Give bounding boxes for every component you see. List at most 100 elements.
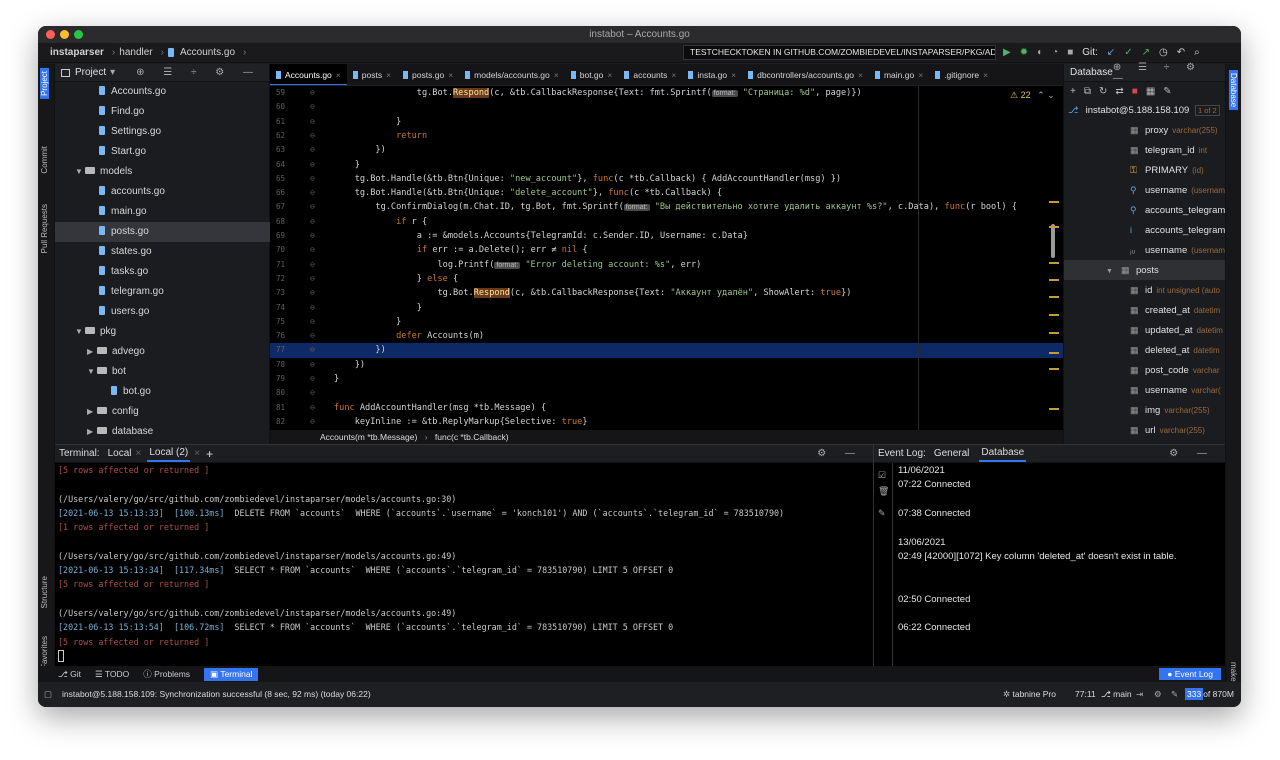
database-tree-item[interactable]: ⚲ username (usernam (1064, 180, 1226, 200)
git-commit-icon[interactable]: ✓ (1124, 47, 1132, 58)
pull-requests-tool-tab[interactable]: Pull Requests (40, 204, 49, 253)
chevron-down-icon[interactable]: ▾ (110, 67, 115, 78)
close-window-button[interactable] (46, 30, 55, 39)
change-marker[interactable] (1049, 262, 1059, 264)
change-marker[interactable] (1049, 226, 1059, 228)
project-tool-tab[interactable]: Project (40, 68, 49, 99)
new-terminal-icon[interactable]: + (206, 447, 213, 461)
project-tree-item[interactable]: main.go (55, 202, 270, 222)
copy-icon[interactable]: ⧉ (1084, 86, 1091, 97)
fold-marker-icon[interactable]: ⊖ (310, 301, 315, 315)
close-icon[interactable]: × (448, 70, 453, 80)
change-marker[interactable] (1049, 352, 1059, 354)
git-update-icon[interactable]: ↙ (1107, 47, 1115, 58)
chevron-down-icon[interactable]: ▼ (1106, 262, 1116, 280)
panel-options-icons[interactable]: ⊕ ☰ ÷ ⚙ — (136, 67, 261, 78)
close-icon[interactable]: × (858, 70, 863, 80)
project-tree-item[interactable]: ▶ database (55, 422, 270, 442)
breadcrumb-closure[interactable]: func(c *tb.Callback) (435, 432, 509, 442)
chevron-down-icon[interactable]: ▼ (75, 322, 85, 342)
fold-marker-icon[interactable]: ⊖ (310, 386, 315, 400)
editor-tab[interactable]: models/accounts.go × (459, 64, 565, 85)
change-marker[interactable] (1049, 279, 1059, 281)
code-line[interactable]: 65 ⊖ tg.Bot.Handle(&tb.Btn{Unique: "new_a… (270, 172, 1063, 186)
todo-tool-button[interactable]: ☰ TODO (95, 669, 129, 680)
fold-marker-icon[interactable]: ⊖ (310, 186, 315, 200)
code-line[interactable]: 72 ⊖ } else { (270, 272, 1063, 286)
editor-tab[interactable]: posts.go × (397, 64, 459, 85)
indent-icon[interactable]: ⇥ (1136, 682, 1143, 707)
memory-indicator[interactable]: 333 of 870M (1185, 682, 1234, 707)
project-tree-item[interactable]: ▼ models (55, 162, 270, 182)
code-line[interactable]: 61 ⊖ } (270, 115, 1063, 129)
event-log-options-icons[interactable]: ⚙ — (1169, 448, 1215, 459)
close-icon[interactable]: × (336, 70, 341, 80)
chevron-right-icon[interactable]: ▶ (87, 342, 97, 362)
change-marker[interactable] (1049, 332, 1059, 334)
project-tree-item[interactable]: posts.go (55, 222, 270, 242)
project-tree-item[interactable]: tasks.go (55, 262, 270, 282)
run-icon[interactable]: ▶ (1003, 47, 1011, 58)
code-line[interactable]: 73 ⊖ tg.Bot.Respond(c, &tb.CallbackRespon… (270, 286, 1063, 300)
project-tree-item[interactable]: Accounts.go (55, 82, 270, 102)
git-branch[interactable]: ⎇ main (1101, 682, 1132, 707)
editor-scrollbar[interactable] (1051, 224, 1055, 258)
git-push-icon[interactable]: ↗ (1142, 47, 1150, 58)
fold-marker-icon[interactable]: ⊖ (310, 115, 315, 129)
code-line[interactable]: 63 ⊖ }) (270, 143, 1063, 157)
inspection-icon[interactable]: ⚙ (1154, 682, 1162, 707)
project-tree-item[interactable]: Start.go (55, 142, 270, 162)
fold-marker-icon[interactable]: ⊖ (310, 143, 315, 157)
stop-icon[interactable]: ■ (1067, 47, 1073, 58)
close-icon[interactable]: × (554, 70, 559, 80)
change-marker[interactable] (1049, 314, 1059, 316)
code-line[interactable]: 80 ⊖ (270, 386, 1063, 400)
terminal-tab-local[interactable]: Local (108, 448, 132, 459)
coverage-icon[interactable]: ◐ (1037, 47, 1043, 58)
database-tree-item[interactable]: ▦ post_code varchar (1064, 360, 1226, 380)
fold-marker-icon[interactable]: ⊖ (310, 343, 315, 357)
fold-marker-icon[interactable]: ⊖ (310, 158, 315, 172)
edit-icon[interactable]: ✎ (1163, 86, 1171, 97)
change-marker[interactable] (1049, 368, 1059, 370)
database-tree-item[interactable]: ▼ ▦ posts (1064, 260, 1226, 280)
fold-marker-icon[interactable]: ⊖ (310, 229, 315, 243)
project-tree-item[interactable]: ▶ advego (55, 342, 270, 362)
code-line[interactable]: 67 ⊖ tg.ConfirmDialog(m.Chat.ID, tg.Bot, … (270, 200, 1063, 214)
editor-tab[interactable]: posts × (347, 64, 397, 85)
database-connection[interactable]: ⎇ instabot@5.188.158.109 1 of 2 (1064, 100, 1226, 120)
code-line[interactable]: 78 ⊖ }) (270, 358, 1063, 372)
editor-tab[interactable]: dbcontrollers/accounts.go × (742, 64, 869, 85)
project-tree-item[interactable]: telegram.go (55, 282, 270, 302)
database-tool-tab[interactable]: Database (1229, 70, 1238, 111)
database-tree-item[interactable]: ▦ proxy varchar(255) (1064, 120, 1226, 140)
event-log-tab-database[interactable]: Database (979, 445, 1027, 462)
git-tool-button[interactable]: ⎇ Git (58, 669, 81, 680)
wrench-icon[interactable]: ✎ (1171, 682, 1178, 707)
change-marker[interactable] (1049, 408, 1059, 410)
fold-marker-icon[interactable]: ⊖ (310, 172, 315, 186)
close-icon[interactable]: × (983, 70, 988, 80)
fold-marker-icon[interactable]: ⊖ (310, 401, 315, 415)
status-message[interactable]: instabot@5.188.158.109: Synchronization … (62, 689, 371, 699)
editor-tab[interactable]: insta.go × (682, 64, 742, 85)
database-tree-item[interactable]: ⱼᵤ username (usernam (1064, 240, 1226, 260)
code-line[interactable]: 59 ⊖ tg.Bot.Respond(c, &tb.CallbackRespon… (270, 86, 1063, 100)
tabnine-status[interactable]: ✲ tabnine Pro (1003, 682, 1056, 707)
zoom-window-button[interactable] (74, 30, 83, 39)
close-icon[interactable]: × (918, 70, 923, 80)
run-configuration-select[interactable]: TESTCHECKTOKEN IN GITHUB.COM/ZOMBIEDEVEL… (683, 45, 996, 60)
database-tree-item[interactable]: ▦ img varchar(255) (1064, 400, 1226, 420)
code-editor[interactable]: Accounts.go × posts × posts.go × models/accoun… (270, 64, 1063, 444)
change-marker[interactable] (1049, 296, 1059, 298)
database-tree-item[interactable]: ▦ id int unsigned (auto (1064, 280, 1226, 300)
code-line[interactable]: 60 ⊖ (270, 100, 1063, 114)
chevron-right-icon[interactable]: ▶ (87, 422, 97, 442)
database-tree-item[interactable]: ▦ username varchar( (1064, 380, 1226, 400)
database-tree-item[interactable]: ⚲ accounts_telegram (1064, 200, 1226, 220)
chevron-right-icon[interactable]: ▶ (87, 402, 97, 422)
code-line[interactable]: 77 ⊖ }) (270, 343, 1063, 358)
fold-marker-icon[interactable]: ⊖ (310, 258, 315, 272)
cursor-position[interactable]: 77:11 (1075, 682, 1096, 707)
code-area[interactable]: 59 ⊖ tg.Bot.Respond(c, &tb.CallbackRespon… (270, 86, 1063, 430)
